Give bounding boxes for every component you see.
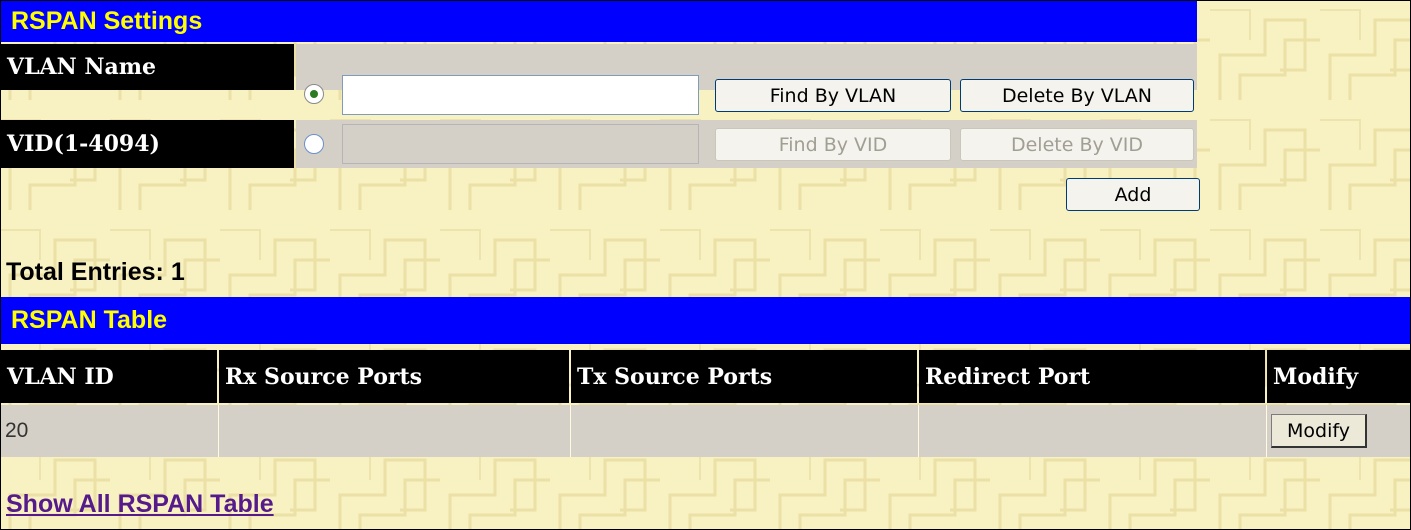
cell-rx-source-ports (219, 405, 569, 457)
find-by-vlan-button[interactable]: Find By VLAN (715, 79, 951, 112)
add-button[interactable]: Add (1066, 178, 1200, 211)
column-header-vlan-id: VLAN ID (1, 350, 217, 403)
column-header-label: Rx Source Ports (225, 363, 423, 390)
rspan-table-header: RSPAN Table (1, 297, 1410, 344)
vlan-name-label: VLAN Name (7, 54, 157, 80)
modify-button[interactable]: Modify (1271, 414, 1367, 448)
cell-redirect-port (919, 405, 1265, 457)
column-divider (1266, 405, 1267, 457)
total-entries: Total Entries: 1 (6, 258, 185, 286)
radio-selected-dot (310, 90, 318, 98)
cell-vlan-id: 20 (5, 419, 29, 442)
rspan-settings-header: RSPAN Settings (1, 1, 1197, 42)
column-header-redirect-port: Redirect Port (919, 350, 1265, 403)
show-all-rspan-table-link[interactable]: Show All RSPAN Table (6, 490, 274, 519)
find-by-vid-button[interactable]: Find By VID (715, 128, 951, 161)
delete-by-vlan-button[interactable]: Delete By VLAN (960, 79, 1194, 112)
column-header-tx-source-ports: Tx Source Ports (571, 350, 917, 403)
vlan-name-radio[interactable] (304, 84, 324, 104)
vlan-name-input[interactable] (342, 75, 699, 115)
rspan-settings-title: RSPAN Settings (11, 7, 203, 35)
vid-input[interactable] (342, 124, 699, 164)
column-header-label: Redirect Port (925, 363, 1091, 390)
column-header-label: Modify (1273, 363, 1359, 390)
delete-by-vid-button[interactable]: Delete By VID (960, 128, 1194, 161)
column-header-modify: Modify (1267, 350, 1410, 403)
vid-radio[interactable] (304, 134, 324, 154)
vlan-name-label-cell: VLAN Name (1, 44, 294, 90)
column-header-label: Tx Source Ports (577, 363, 773, 390)
column-header-label: VLAN ID (7, 363, 114, 390)
column-header-rx-source-ports: Rx Source Ports (219, 350, 569, 403)
cell-tx-source-ports (571, 405, 917, 457)
vid-label-cell: VID(1-4094) (1, 120, 294, 168)
rspan-table-title: RSPAN Table (11, 306, 168, 334)
vid-label: VID(1-4094) (7, 131, 160, 157)
